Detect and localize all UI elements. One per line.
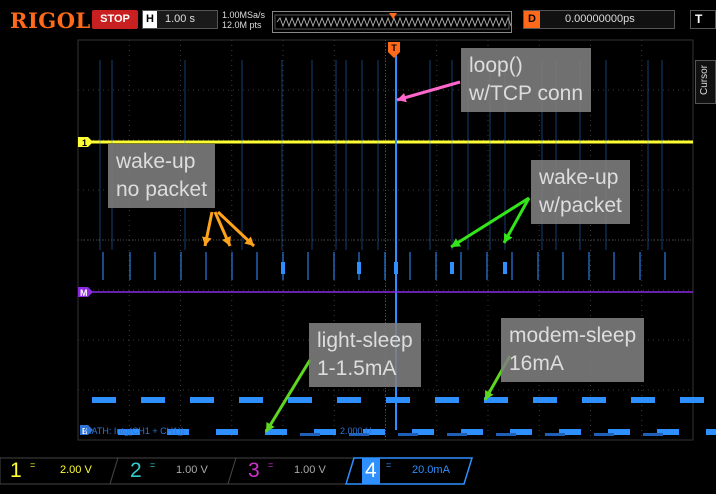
ch4-low-segment	[216, 429, 238, 435]
channel-2-number: 2	[130, 459, 142, 482]
math-level-marker: M	[78, 287, 93, 298]
svg-text:T: T	[391, 43, 397, 53]
ch4-packet-burst	[503, 262, 507, 274]
channel-2-scale: 1.00 V	[176, 464, 208, 476]
channel-3-scale: 1.00 V	[294, 464, 326, 476]
channel-1-number: 1	[10, 459, 22, 482]
math-step	[447, 433, 467, 436]
annotation-wake-up-no-packet: wake-up no packet	[108, 144, 216, 208]
channel-4-scale: 20.0mA	[412, 464, 450, 476]
ch4-high-segment	[288, 397, 312, 403]
math-step	[545, 433, 565, 436]
ch4-high-segment	[92, 397, 116, 403]
arrow-loop	[396, 80, 461, 102]
channel-2-coupling: =	[150, 460, 156, 470]
math-step	[643, 433, 663, 436]
channel-3-number: 3	[248, 459, 260, 482]
ch4-high-segment	[337, 397, 361, 403]
annotation-loop: loop() w/TCP conn	[461, 48, 591, 112]
annotation-light-sleep: light-sleep 1-1.5mA	[309, 323, 421, 387]
annotation-wake-up-with-packet: wake-up w/packet	[531, 160, 630, 224]
ch4-high-segment	[631, 397, 655, 403]
math-step	[398, 433, 418, 436]
channel-4-button[interactable]: 4 = 20.0mA	[360, 458, 470, 484]
ch4-high-segment	[680, 397, 704, 403]
svg-text:1: 1	[82, 138, 87, 148]
trigger-position-marker: T	[388, 42, 400, 58]
ch4-high-segment	[190, 397, 214, 403]
arrow-light-sleep	[264, 359, 312, 433]
ch4-high-segment	[239, 397, 263, 403]
math-step	[594, 433, 614, 436]
channel-1-button[interactable]: 1 = 2.00 V	[4, 458, 114, 484]
channel-4-coupling: =	[386, 460, 392, 470]
math-step	[496, 433, 516, 436]
ch4-current-trace	[92, 397, 716, 435]
math-step	[300, 433, 320, 436]
math-function-label: MATH: Intg(CH1 + CH1))	[84, 426, 185, 436]
ch1-level-marker: 1	[78, 137, 93, 148]
ch4-high-segment	[582, 397, 606, 403]
ch4-high-segment	[386, 397, 410, 403]
channel-3-button[interactable]: 3 = 1.00 V	[242, 458, 352, 484]
ch4-packet-burst	[450, 262, 454, 274]
ch4-packet-burst	[281, 262, 285, 274]
annotation-modem-sleep: modem-sleep 16mA	[501, 318, 645, 382]
ch4-high-segment	[435, 397, 459, 403]
channel-1-scale: 2.00 V	[60, 464, 92, 476]
ch4-packet-burst	[357, 262, 361, 274]
ch4-high-segment	[533, 397, 557, 403]
svg-text:M: M	[80, 288, 88, 298]
channel-3-coupling: =	[268, 460, 274, 470]
channel-4-number: 4	[362, 458, 380, 484]
ch4-packet-burst	[394, 262, 398, 274]
ch4-high-segment	[141, 397, 165, 403]
ch4-wake-spikes	[102, 252, 666, 280]
channel-1-coupling: =	[30, 460, 36, 470]
ch4-low-segment	[706, 429, 716, 435]
channel-2-button[interactable]: 2 = 1.00 V	[124, 458, 234, 484]
math-scale: 2.000 U	[340, 426, 372, 436]
waveform-display[interactable]: T 1 M B	[0, 0, 716, 490]
